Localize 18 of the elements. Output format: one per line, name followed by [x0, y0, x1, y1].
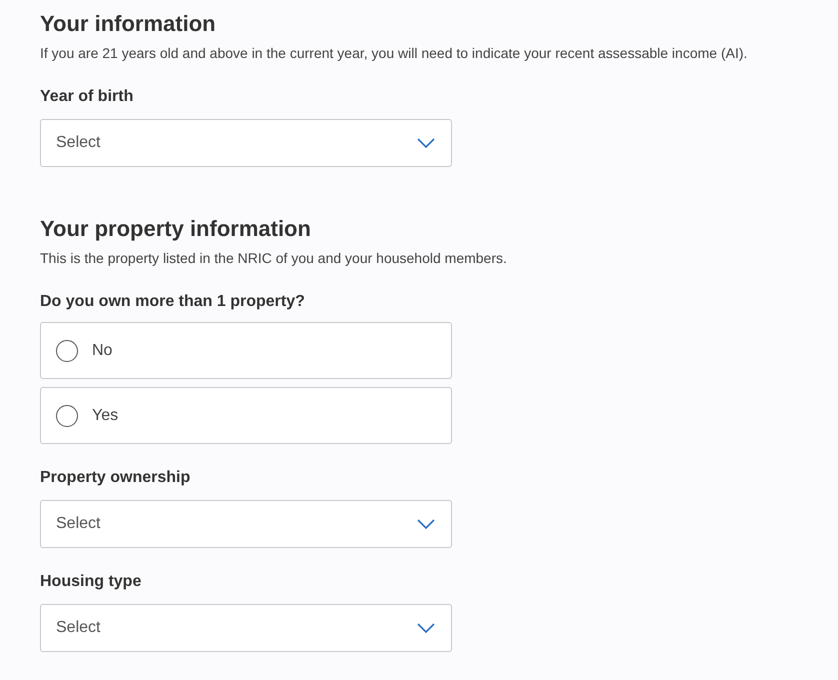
section-description: This is the property listed in the NRIC of you and your household members.: [40, 249, 507, 267]
chevron-down-icon: [417, 623, 435, 633]
select-field[interactable]: Select: [40, 500, 452, 548]
section-heading: Your information: [40, 10, 216, 38]
radio-button[interactable]: [56, 340, 78, 362]
field-label: Housing type: [40, 572, 142, 592]
field-label: Do you own more than 1 property?: [40, 292, 305, 312]
select-field[interactable]: Select: [40, 119, 452, 167]
chevron-down-icon: [417, 138, 435, 148]
radio-button[interactable]: [56, 404, 78, 426]
radio-option[interactable]: No: [40, 322, 452, 379]
chevron-down-icon: [417, 519, 435, 529]
radio-option[interactable]: Yes: [40, 387, 452, 444]
section-heading: Your property information: [40, 215, 311, 243]
field-label: Year of birth: [40, 87, 134, 107]
field-label: Property ownership: [40, 468, 190, 488]
section-description: If you are 21 years old and above in the current year, you will need to indicate your recent assessable income (AI).: [40, 44, 748, 62]
select-field[interactable]: Select: [40, 604, 452, 652]
